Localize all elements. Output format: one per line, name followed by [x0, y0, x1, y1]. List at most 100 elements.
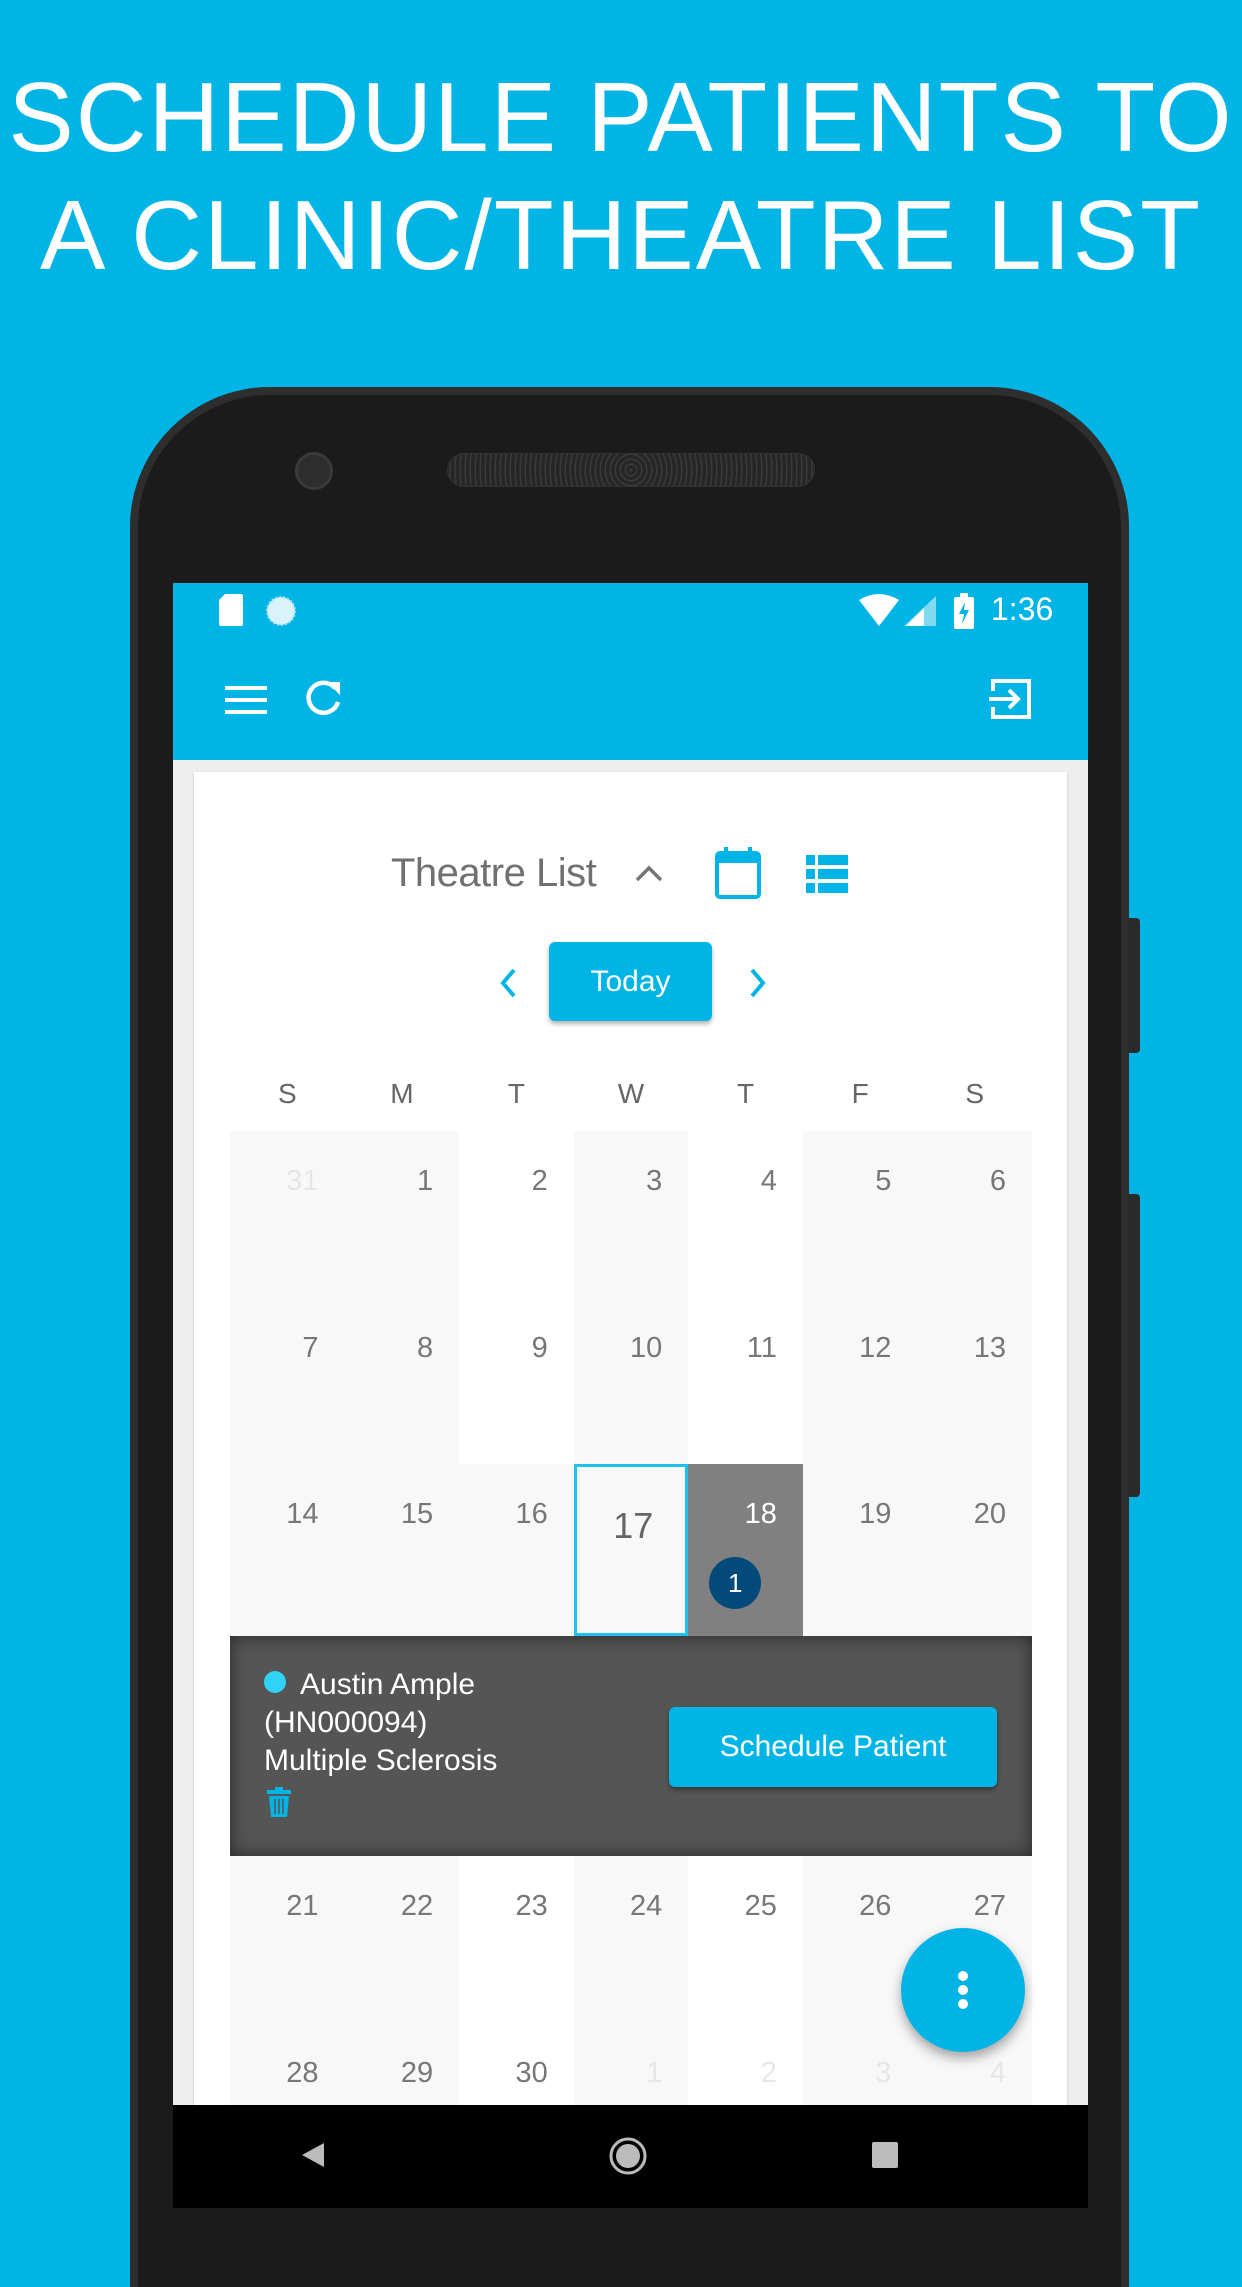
calendar-day-cell[interactable]: 26 — [802, 1856, 918, 2023]
day-number: 12 — [859, 1332, 892, 1364]
day-number: 28 — [286, 2057, 319, 2089]
patient-condition: Multiple Sclerosis — [264, 1744, 498, 1777]
calendar-day-cell[interactable]: 7 — [230, 1298, 345, 1464]
day-number: 11 — [746, 1332, 777, 1364]
sd-card-icon — [217, 593, 245, 627]
system-nav-bar — [173, 2105, 1088, 2208]
day-number: 31 — [286, 1165, 319, 1197]
battery-charging-icon — [953, 591, 975, 631]
calendar-day-cell[interactable]: 18 1 — [688, 1464, 803, 1636]
chevron-left-icon[interactable] — [488, 963, 528, 1003]
day-number: 2 — [531, 1165, 548, 1197]
refresh-icon[interactable] — [301, 675, 347, 721]
day-number: 4 — [989, 2057, 1006, 2089]
headline-line-2: A CLINIC/THEATRE LIST — [40, 180, 1202, 290]
day-number: 13 — [973, 1332, 1006, 1364]
day-number: 20 — [973, 1498, 1006, 1530]
calendar-day-cell[interactable]: 13 — [917, 1298, 1032, 1464]
more-options-fab[interactable] — [901, 1928, 1025, 2052]
day-number: 14 — [286, 1498, 319, 1530]
calendar-icon[interactable] — [713, 845, 763, 901]
front-camera — [295, 452, 333, 490]
calendar-day-cell[interactable]: 14 — [230, 1464, 345, 1636]
phone-power-button — [1128, 1194, 1140, 1497]
app-bar — [173, 639, 1088, 760]
headline: SCHEDULE PATIENTS TO A CLINIC/THEATRE LI… — [0, 58, 1242, 294]
weekday-label: T — [737, 1078, 755, 1109]
day-number: 26 — [859, 1890, 892, 1922]
status-dot — [264, 1671, 286, 1693]
appointment-count-badge: 1 — [709, 1557, 762, 1609]
day-number: 24 — [630, 1890, 663, 1922]
status-time: 1:36 — [991, 591, 1054, 627]
calendar-day-cell[interactable]: 24 — [573, 1856, 689, 2023]
calendar-day-cell[interactable]: 16 — [459, 1464, 574, 1636]
logout-icon[interactable] — [986, 674, 1036, 724]
calendar-day-cell[interactable]: 4 — [688, 1131, 803, 1298]
calendar-header: Theatre List — [173, 843, 1088, 903]
day-number: 7 — [302, 1332, 319, 1364]
trash-icon[interactable] — [264, 1784, 294, 1820]
calendar-day-cell[interactable]: 19 — [802, 1464, 918, 1636]
list-view-icon[interactable] — [805, 852, 849, 896]
calendar-day-cell[interactable]: 17 — [573, 1464, 689, 1636]
calendar-day-cell[interactable]: 9 — [459, 1298, 574, 1464]
weekday-label: M — [390, 1078, 414, 1109]
sync-icon — [265, 595, 297, 627]
calendar-day-cell[interactable]: 23 — [459, 1856, 574, 2023]
day-number: 3 — [646, 1165, 663, 1197]
recents-icon[interactable] — [867, 2137, 903, 2173]
day-number: 25 — [744, 1890, 777, 1922]
day-number: 8 — [416, 1332, 434, 1364]
calendar-day-cell[interactable]: 11 — [688, 1298, 803, 1464]
appointment-item[interactable]: Austin Ample (HN000094) Multiple Scleros… — [264, 1666, 497, 1820]
day-number: 27 — [973, 1890, 1006, 1922]
calendar-day-cell[interactable]: 8 — [344, 1298, 460, 1464]
menu-icon[interactable] — [223, 677, 269, 723]
home-icon[interactable] — [607, 2135, 649, 2177]
day-number: 18 — [744, 1498, 777, 1530]
headline-line-1: SCHEDULE PATIENTS TO — [8, 62, 1234, 172]
more-vertical-icon — [958, 1971, 968, 2009]
day-number: 9 — [531, 1332, 548, 1364]
calendar-day-cell[interactable]: 15 — [344, 1464, 460, 1636]
day-number: 17 — [613, 1505, 654, 1546]
patient-name: Austin Ample — [300, 1668, 476, 1701]
day-number: 10 — [630, 1332, 663, 1364]
calendar-day-cell[interactable]: 10 — [573, 1298, 689, 1464]
day-number: 30 — [515, 2057, 548, 2089]
calendar-day-cell[interactable]: 12 — [802, 1298, 918, 1464]
calendar-day-cell[interactable]: 3 — [573, 1131, 689, 1298]
day-number: 19 — [859, 1498, 892, 1530]
calendar-day-cell[interactable]: 1 — [344, 1131, 460, 1298]
day-number: 22 — [400, 1890, 434, 1922]
chevron-up-icon[interactable] — [629, 853, 669, 893]
list-type-title[interactable]: Theatre List — [391, 851, 597, 896]
calendar-day-cell[interactable]: 2 — [459, 1131, 574, 1298]
calendar-day-cell[interactable]: 25 — [688, 1856, 803, 2023]
calendar-day-cell[interactable]: 20 — [917, 1464, 1032, 1636]
today-button[interactable]: Today — [549, 942, 712, 1021]
calendar-day-cell[interactable]: 5 — [802, 1131, 918, 1298]
calendar-day-cell[interactable]: 31 — [230, 1131, 345, 1298]
day-number: 2 — [760, 2057, 777, 2089]
patient-id: (HN000094) — [264, 1706, 428, 1739]
schedule-patient-button[interactable]: Schedule Patient — [669, 1707, 997, 1787]
calendar-day-cell[interactable]: 21 — [230, 1856, 345, 2023]
day-number: 1 — [646, 2057, 663, 2089]
back-icon[interactable] — [293, 2135, 333, 2175]
calendar-day-cell[interactable]: 22 — [344, 1856, 460, 2023]
speaker-grille — [447, 453, 815, 487]
day-number: 21 — [286, 1890, 319, 1922]
weekday-label: S — [277, 1078, 297, 1109]
app-screen: 1:36 Theatre List Today SMTWTFS 31 1 2 3 4 5 6… — [173, 583, 1088, 2208]
status-bar: 1:36 — [173, 583, 1088, 639]
weekday-label: S — [965, 1078, 985, 1109]
chevron-right-icon[interactable] — [738, 963, 778, 1003]
day-detail-panel: Austin Ample (HN000094) Multiple Scleros… — [230, 1636, 1032, 1856]
wifi-icon — [859, 593, 899, 627]
calendar-day-cell[interactable]: 6 — [917, 1131, 1032, 1298]
signal-icon — [903, 595, 937, 627]
day-number: 5 — [875, 1165, 892, 1197]
weekday-label: W — [617, 1078, 645, 1109]
